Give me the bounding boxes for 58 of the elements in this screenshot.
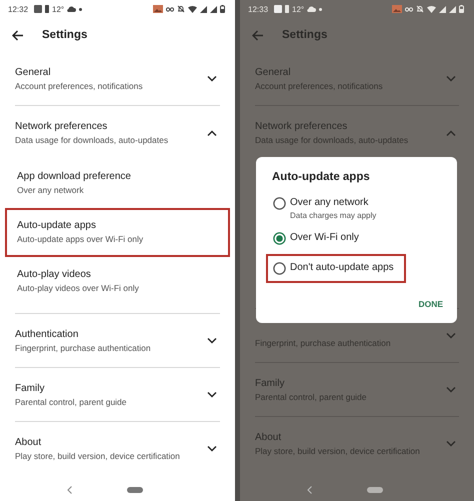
dot-icon <box>319 8 322 10</box>
home-pill-icon[interactable] <box>127 487 143 493</box>
setting-subtitle: Parental control, parent guide <box>255 391 368 404</box>
radio-icon[interactable] <box>273 232 286 245</box>
notification-icon <box>34 5 42 13</box>
status-temperature: 12° <box>292 4 304 14</box>
status-time: 12:33 <box>248 4 268 14</box>
wifi-icon <box>188 6 197 12</box>
setting-subtitle: Account preferences, notifications <box>255 80 384 93</box>
highlighted-setting[interactable]: Auto-update apps Auto-update apps over Wi-Fi only <box>5 208 230 257</box>
home-pill-icon[interactable] <box>366 487 382 493</box>
status-temperature: 12° <box>52 4 64 14</box>
setting-title[interactable]: Network preferences <box>15 119 207 134</box>
battery-icon <box>459 5 464 13</box>
setting-subtitle: Fingerprint, purchase authentication <box>15 342 152 355</box>
setting-subtitle: Account preferences, notifications <box>15 80 144 93</box>
setting-subtitle: Play store, build version, device certification <box>255 445 421 458</box>
setting-title[interactable]: General <box>15 65 207 80</box>
chevron-icon[interactable] <box>207 392 217 398</box>
page-title: Settings <box>282 29 328 41</box>
cloud-icon <box>67 6 76 12</box>
setting-subtitle: Fingerprint, purchase authentication <box>255 337 392 350</box>
wifi-icon <box>427 6 436 12</box>
page-title: Settings <box>42 29 88 41</box>
back-icon[interactable] <box>306 486 312 494</box>
chevron-icon[interactable] <box>207 130 217 136</box>
radio-icon[interactable] <box>273 262 286 275</box>
cloud-icon <box>307 6 316 12</box>
phone-icon <box>45 5 50 13</box>
chevron-icon[interactable] <box>207 76 217 82</box>
image-icon <box>392 5 402 13</box>
chevron-icon[interactable] <box>207 338 217 344</box>
setting-item[interactable]: App download preference Over any network <box>5 159 230 208</box>
back-icon[interactable] <box>67 486 72 494</box>
radio-option[interactable]: Over Wi-Fi only <box>266 226 366 250</box>
setting-title[interactable]: Family <box>15 381 207 396</box>
setting-subtitle: Play store, build version, device certification <box>15 450 181 463</box>
notification-icon <box>274 5 282 13</box>
done-button[interactable]: DONE <box>414 293 447 315</box>
setting-subtitle: Data usage for downloads, auto-updates <box>15 134 170 147</box>
highlighted-option[interactable]: Don't auto-update apps <box>266 254 406 283</box>
setting-subtitle: Parental control, parent guide <box>15 396 128 409</box>
image-icon <box>153 5 163 13</box>
radio-option[interactable]: Over any network Data charges may apply <box>266 191 384 226</box>
setting-subtitle: Data usage for downloads, auto-updates <box>255 134 410 147</box>
battery-icon <box>220 5 225 13</box>
back-arrow-icon[interactable] <box>12 30 24 40</box>
radio-icon[interactable] <box>273 197 286 210</box>
status-time: 12:32 <box>8 4 28 14</box>
setting-item[interactable]: Auto-play videos Auto-play videos over Wi-Fi only <box>5 257 230 306</box>
dot-icon <box>79 8 82 10</box>
setting-title[interactable]: Authentication <box>15 327 207 342</box>
chevron-icon[interactable] <box>207 446 217 452</box>
phone-icon <box>285 5 290 13</box>
dialog-title: Auto-update apps <box>272 171 371 183</box>
bell-off-icon <box>177 5 185 13</box>
bell-off-icon <box>416 5 424 13</box>
setting-title[interactable]: About <box>15 435 207 450</box>
